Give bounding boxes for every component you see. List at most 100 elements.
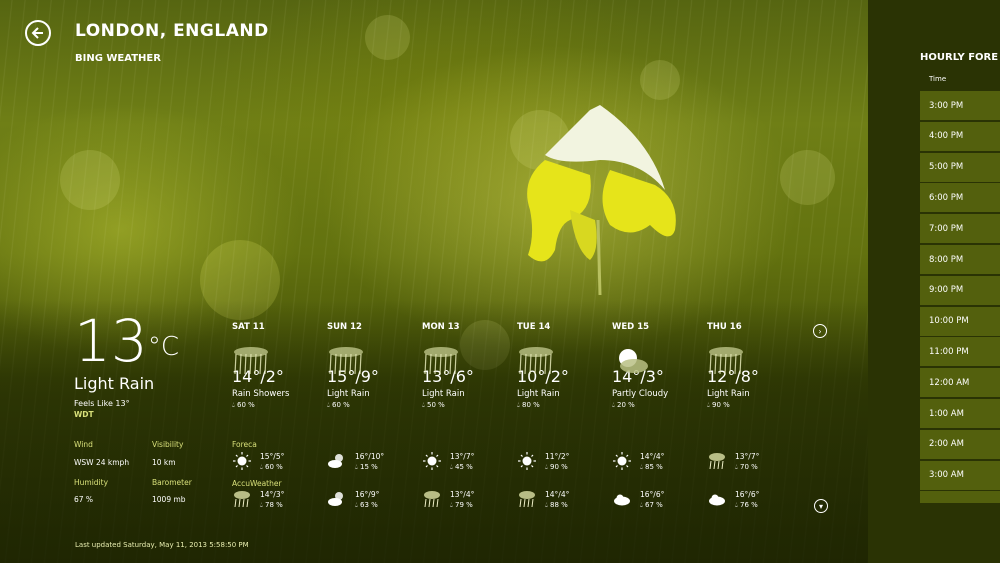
current-temp: 13°C <box>74 312 179 370</box>
forecast-precip-value: 80 % <box>522 401 540 409</box>
hourly-time: 12:00 AM <box>929 377 970 388</box>
foreca-precip-value: 85 % <box>645 463 663 471</box>
partly-cloudy-icon <box>327 452 347 470</box>
rain-icon <box>422 490 442 508</box>
accuweather-precip: 💧︎ 67 % <box>640 501 663 509</box>
hourly-row[interactable]: 4:00 PM <box>920 121 1000 151</box>
foreca-precip: 💧︎ 45 % <box>450 463 473 471</box>
hourly-row[interactable]: 9:00 PM <box>920 275 1000 305</box>
sun-icon <box>612 452 632 470</box>
humidity-label: Humidity <box>74 478 109 487</box>
accuweather-row: 16°/6° 💧︎ 76 % <box>707 490 802 518</box>
forecast-precip-value: 90 % <box>712 401 730 409</box>
hourly-row[interactable]: 6:00 PM <box>920 183 1000 213</box>
wind-value: WSW 24 kmph <box>74 458 130 467</box>
forecast-precip: 💧︎ 90 % <box>707 401 730 409</box>
accuweather-precip-value: 67 % <box>645 501 663 509</box>
partly-cloudy-icon <box>612 346 650 374</box>
forecast-condition: Light Rain <box>422 389 465 399</box>
forecast-precip-value: 60 % <box>237 401 255 409</box>
hourly-row[interactable]: 8:00 PM <box>920 245 1000 274</box>
provider-foreca-label: Foreca <box>232 440 257 449</box>
foreca-row: 15°/5° 💧︎ 60 % <box>232 452 327 480</box>
current-temp-value: 13 <box>74 307 148 375</box>
foreca-row: 13°/7° 💧︎ 45 % <box>422 452 517 480</box>
rain-icon <box>232 346 270 375</box>
accuweather-precip: 💧︎ 88 % <box>545 501 568 509</box>
arrow-left-icon <box>31 27 43 39</box>
humidity-value: 67 % <box>74 495 94 504</box>
foreca-precip: 💧︎ 85 % <box>640 463 663 471</box>
foreca-row: 11°/2° 💧︎ 90 % <box>517 452 612 480</box>
accuweather-row: 14°/3° 💧︎ 78 % <box>232 490 327 518</box>
arrow-right-icon: › <box>818 326 822 336</box>
forecast-precip: 💧︎ 80 % <box>517 401 540 409</box>
rain-icon <box>517 490 537 508</box>
forecast-condition: Rain Showers <box>232 389 290 399</box>
foreca-hilo: 14°/4° <box>640 452 665 461</box>
partly-cloudy-icon <box>327 490 347 508</box>
hourly-time: 3:00 AM <box>929 470 964 481</box>
foreca-row: 16°/10° 💧︎ 15 % <box>327 452 422 480</box>
forecast-day-name: WED 15 <box>612 322 650 332</box>
hourly-row[interactable]: 2:00 AM <box>920 429 1000 459</box>
accuweather-precip-value: 79 % <box>455 501 473 509</box>
forecast-day[interactable]: TUE 14 10°/2° Light Rain 💧︎ 80 % 11°/2° 💧︎ 90… <box>517 322 612 509</box>
wind-label: Wind <box>74 440 93 449</box>
forecast-day[interactable]: WED 15 14°/3° Partly Cloudy 💧︎ 20 % 14°/4° 💧︎… <box>612 322 707 509</box>
foreca-hilo: 13°/7° <box>450 452 475 461</box>
current-conditions: 13°C Light Rain Feels Like 13° WDT <box>74 312 179 419</box>
expand-button[interactable]: ▾ <box>814 499 828 513</box>
feels-like: Feels Like 13° <box>74 399 130 408</box>
accuweather-hilo: 16°/6° <box>735 490 760 499</box>
last-updated: Last updated Saturday, May 11, 2013 5:58… <box>75 541 249 549</box>
forecast-day-name: THU 16 <box>707 322 742 332</box>
hourly-row[interactable]: 7:00 PM <box>920 214 1000 244</box>
hourly-time: 1:00 AM <box>929 408 964 419</box>
accuweather-hilo: 16°/9° <box>355 490 380 499</box>
accuweather-precip-value: 78 % <box>265 501 283 509</box>
rain-icon <box>232 490 252 508</box>
hourly-time: 7:00 PM <box>929 223 964 234</box>
forecast-day[interactable]: SUN 12 15°/9° Light Rain 💧︎ 60 % 16°/10° 💧︎ 1… <box>327 322 422 509</box>
accuweather-precip-value: 63 % <box>360 501 378 509</box>
forecast-day-name: MON 13 <box>422 322 460 332</box>
accuweather-precip: 💧︎ 76 % <box>735 501 758 509</box>
forecast-precip: 💧︎ 60 % <box>232 401 255 409</box>
hourly-row[interactable]: 5:00 PM <box>920 152 1000 182</box>
forecast-condition: Light Rain <box>517 389 560 399</box>
accuweather-row: 16°/9° 💧︎ 63 % <box>327 490 422 518</box>
forecast-day[interactable]: MON 13 13°/6° Light Rain 💧︎ 50 % 13°/7° 💧︎ 45… <box>422 322 517 509</box>
hourly-row[interactable]: 1:00 AM <box>920 399 1000 428</box>
accuweather-precip: 💧︎ 78 % <box>260 501 283 509</box>
forecast-condition: Light Rain <box>327 389 370 399</box>
sun-icon <box>422 452 442 470</box>
foreca-precip: 💧︎ 60 % <box>260 463 283 471</box>
next-arrow-button[interactable]: › <box>813 324 827 338</box>
hourly-row[interactable]: 12:00 AM <box>920 368 1000 398</box>
forecast-precip-value: 20 % <box>617 401 635 409</box>
rain-icon <box>327 346 365 375</box>
hourly-row[interactable]: 11:00 PM <box>920 337 1000 367</box>
accuweather-row: 13°/4° 💧︎ 79 % <box>422 490 517 518</box>
forecast-precip: 💧︎ 50 % <box>422 401 445 409</box>
hourly-time-header: Time <box>929 75 947 83</box>
provider-accuweather-label: AccuWeather <box>232 479 282 488</box>
back-button[interactable] <box>25 20 51 46</box>
hourly-time: 8:00 PM <box>929 254 964 265</box>
accuweather-precip: 💧︎ 63 % <box>355 501 378 509</box>
forecast-day[interactable]: THU 16 12°/8° Light Rain 💧︎ 90 % 13°/7° 💧︎ 70… <box>707 322 802 509</box>
current-provider: WDT <box>74 410 94 419</box>
hourly-time: 4:00 PM <box>929 131 964 142</box>
chevron-down-icon: ▾ <box>818 501 823 511</box>
hourly-row[interactable]: 10:00 PM <box>920 306 1000 336</box>
accuweather-hilo: 13°/4° <box>450 490 475 499</box>
barometer-label: Barometer <box>152 478 192 487</box>
foreca-precip-value: 70 % <box>740 463 758 471</box>
hourly-row[interactable]: 3:00 PM <box>920 91 1000 120</box>
forecast-day[interactable]: SAT 11 14°/2° Rain Showers 💧︎ 60 % 15°/5° 💧︎ … <box>232 322 327 509</box>
forecast-precip-value: 50 % <box>427 401 445 409</box>
accuweather-precip-value: 76 % <box>740 501 758 509</box>
hourly-row[interactable]: 3:00 AM <box>920 460 1000 490</box>
hourly-row[interactable] <box>920 491 1000 504</box>
